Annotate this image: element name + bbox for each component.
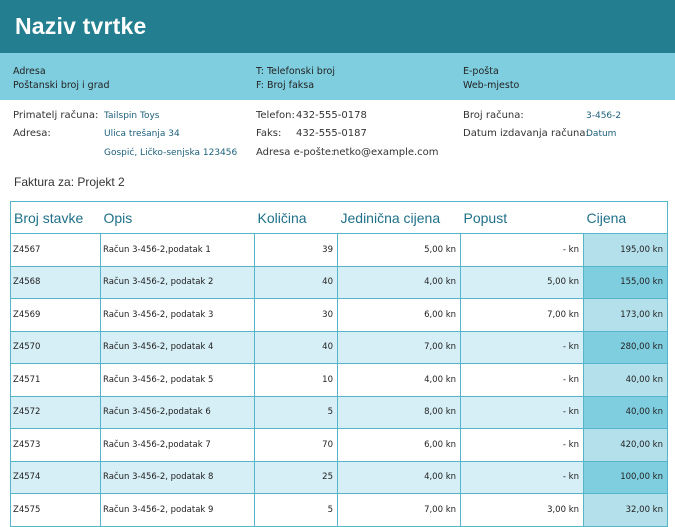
quantity-cell: 5 bbox=[254, 395, 338, 429]
discount-cell: - kn bbox=[460, 428, 584, 462]
item-number-cell: Z4569 bbox=[10, 298, 101, 332]
company-address: Adresa bbox=[13, 66, 46, 77]
unit-price-cell: 8,00 kn bbox=[337, 395, 461, 429]
discount-cell: - kn bbox=[460, 330, 584, 364]
column-header: Cijena bbox=[583, 201, 668, 234]
price-cell: 420,00 kn bbox=[583, 428, 668, 462]
fax-label: Faks: bbox=[256, 128, 282, 139]
invoice-number-label: Broj računa: bbox=[463, 110, 524, 121]
company-phone: T: Telefonski broj bbox=[256, 66, 335, 77]
discount-cell: 5,00 kn bbox=[460, 265, 584, 299]
item-number-cell: Z4572 bbox=[10, 395, 101, 429]
item-number-cell: Z4573 bbox=[10, 428, 101, 462]
column-header: Opis bbox=[100, 201, 255, 234]
item-number-cell: Z4574 bbox=[10, 460, 101, 494]
description-cell: Račun 3-456-2,podatak 6 bbox=[100, 395, 255, 429]
price-cell: 40,00 kn bbox=[583, 395, 668, 429]
company-email: E-pošta bbox=[463, 66, 499, 77]
recipient-street: Ulica trešanja 34 bbox=[104, 129, 180, 139]
table-row: Z4568 Račun 3-456-2, podatak 2 40 4,00 k… bbox=[10, 265, 668, 299]
description-cell: Račun 3-456-2,podatak 1 bbox=[100, 233, 255, 267]
invoice-date: Datum bbox=[586, 129, 617, 139]
email-value: netko@example.com bbox=[333, 147, 439, 158]
price-cell: 173,00 kn bbox=[583, 298, 668, 332]
table-row: Z4572 Račun 3-456-2,podatak 6 5 8,00 kn … bbox=[10, 395, 668, 429]
column-header: Jedinična cijena bbox=[337, 201, 461, 234]
recipient-city: Gospić, Ličko-senjska 123456 bbox=[104, 148, 238, 158]
quantity-cell: 40 bbox=[254, 330, 338, 364]
table-row: Z4569 Račun 3-456-2, podatak 3 30 6,00 k… bbox=[10, 298, 668, 332]
phone-label: Telefon: bbox=[256, 110, 295, 121]
table-row: Z4567 Račun 3-456-2,podatak 1 39 5,00 kn… bbox=[10, 233, 668, 267]
description-cell: Račun 3-456-2, podatak 3 bbox=[100, 298, 255, 332]
quantity-cell: 30 bbox=[254, 298, 338, 332]
column-header: Broj stavke bbox=[10, 201, 101, 234]
unit-price-cell: 6,00 kn bbox=[337, 298, 461, 332]
quantity-cell: 25 bbox=[254, 460, 338, 494]
price-cell: 100,00 kn bbox=[583, 460, 668, 494]
discount-cell: - kn bbox=[460, 395, 584, 429]
title-bar: Naziv tvrtke bbox=[0, 0, 675, 53]
unit-price-cell: 7,00 kn bbox=[337, 330, 461, 364]
fax-value: 432-555-0187 bbox=[296, 128, 367, 139]
unit-price-cell: 4,00 kn bbox=[337, 363, 461, 397]
item-number-cell: Z4571 bbox=[10, 363, 101, 397]
description-cell: Račun 3-456-2, podatak 5 bbox=[100, 363, 255, 397]
invoice-items-table: Broj stavke Opis Količina Jedinična cije… bbox=[10, 201, 668, 527]
price-cell: 40,00 kn bbox=[583, 363, 668, 397]
discount-cell: 3,00 kn bbox=[460, 493, 584, 527]
table-row: Z4574 Račun 3-456-2, podatak 8 25 4,00 k… bbox=[10, 460, 668, 494]
item-number-cell: Z4567 bbox=[10, 233, 101, 267]
quantity-cell: 39 bbox=[254, 233, 338, 267]
quantity-cell: 10 bbox=[254, 363, 338, 397]
company-website: Web-mjesto bbox=[463, 80, 520, 91]
invoice-for: Faktura za: Projekt 2 bbox=[14, 175, 125, 189]
recipient-address-label: Adresa: bbox=[13, 128, 51, 139]
table-row: Z4570 Račun 3-456-2, podatak 4 40 7,00 k… bbox=[10, 330, 668, 364]
item-number-cell: Z4570 bbox=[10, 330, 101, 364]
invoice-number: 3-456-2 bbox=[586, 111, 622, 121]
column-header: Popust bbox=[460, 201, 584, 234]
item-number-cell: Z4575 bbox=[10, 493, 101, 527]
price-cell: 195,00 kn bbox=[583, 233, 668, 267]
table-header-row: Broj stavke Opis Količina Jedinična cije… bbox=[10, 201, 668, 234]
contact-band: Adresa Poštanski broj i grad T: Telefons… bbox=[0, 53, 675, 100]
discount-cell: - kn bbox=[460, 363, 584, 397]
discount-cell: 7,00 kn bbox=[460, 298, 584, 332]
discount-cell: - kn bbox=[460, 233, 584, 267]
unit-price-cell: 4,00 kn bbox=[337, 460, 461, 494]
item-number-cell: Z4568 bbox=[10, 265, 101, 299]
quantity-cell: 40 bbox=[254, 265, 338, 299]
unit-price-cell: 4,00 kn bbox=[337, 265, 461, 299]
unit-price-cell: 6,00 kn bbox=[337, 428, 461, 462]
price-cell: 280,00 kn bbox=[583, 330, 668, 364]
email-label: Adresa e-pošte: bbox=[256, 147, 335, 158]
table-row: Z4573 Račun 3-456-2,podatak 7 70 6,00 kn… bbox=[10, 428, 668, 462]
column-header: Količina bbox=[254, 201, 338, 234]
recipient-name: Tailspin Toys bbox=[104, 111, 160, 121]
description-cell: Račun 3-456-2, podatak 2 bbox=[100, 265, 255, 299]
description-cell: Račun 3-456-2, podatak 8 bbox=[100, 460, 255, 494]
quantity-cell: 5 bbox=[254, 493, 338, 527]
price-cell: 32,00 kn bbox=[583, 493, 668, 527]
discount-cell: - kn bbox=[460, 460, 584, 494]
company-name: Naziv tvrtke bbox=[15, 13, 147, 39]
phone-value: 432-555-0178 bbox=[296, 110, 367, 121]
recipient-label: Primatelj računa: bbox=[13, 110, 99, 121]
description-cell: Račun 3-456-2, podatak 9 bbox=[100, 493, 255, 527]
table-row: Z4571 Račun 3-456-2, podatak 5 10 4,00 k… bbox=[10, 363, 668, 397]
company-postal-city: Poštanski broj i grad bbox=[13, 80, 110, 91]
table-row: Z4575 Račun 3-456-2, podatak 9 5 7,00 kn… bbox=[10, 493, 668, 527]
description-cell: Račun 3-456-2,podatak 7 bbox=[100, 428, 255, 462]
company-fax: F: Broj faksa bbox=[256, 80, 315, 91]
unit-price-cell: 7,00 kn bbox=[337, 493, 461, 527]
price-cell: 155,00 kn bbox=[583, 265, 668, 299]
quantity-cell: 70 bbox=[254, 428, 338, 462]
unit-price-cell: 5,00 kn bbox=[337, 233, 461, 267]
description-cell: Račun 3-456-2, podatak 4 bbox=[100, 330, 255, 364]
invoice-date-label: Datum izdavanja računa: bbox=[463, 128, 589, 139]
